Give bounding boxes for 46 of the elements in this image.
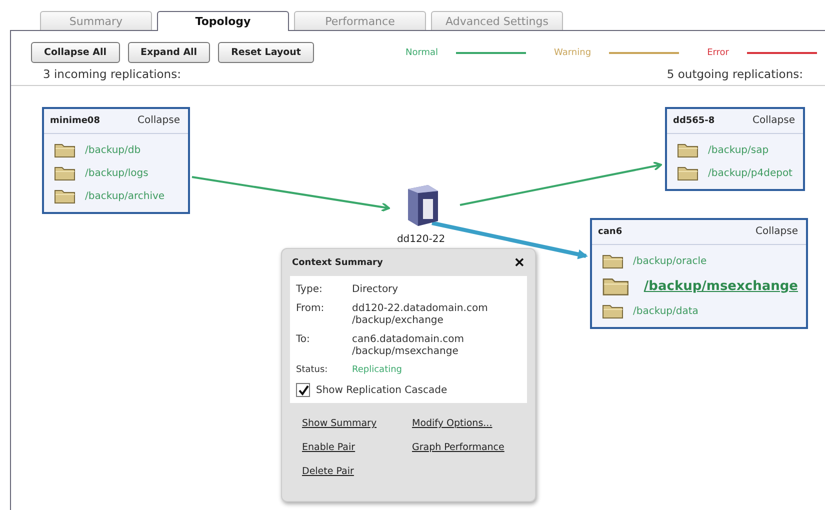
legend-label: Warning — [554, 48, 592, 58]
folder-icon — [677, 142, 699, 158]
field-value: dd120-22.datadomain.com — [352, 303, 489, 314]
checkbox-label[interactable]: Show Replication Cascade — [316, 384, 448, 396]
incoming-count: 3 incoming replications: — [43, 67, 181, 83]
toolbar-button[interactable]: Collapse All — [31, 42, 120, 63]
outgoing-count: 5 outgoing replications: — [666, 67, 803, 83]
status-value: Replicating — [352, 365, 404, 375]
toolbar-button[interactable]: Expand All — [128, 42, 210, 63]
folder-icon — [677, 165, 699, 181]
field-label: To: — [296, 334, 311, 347]
action-link[interactable]: Enable Pair — [302, 442, 356, 453]
collapse-link[interactable]: Collapse — [752, 115, 795, 126]
folder-icon — [54, 188, 76, 204]
popup-title: Context Summary — [292, 258, 383, 268]
host-name: minime08 — [50, 116, 100, 126]
host-name: can6 — [598, 226, 622, 236]
field-value: /backup/exchange — [352, 315, 444, 326]
checkbox[interactable] — [296, 383, 310, 397]
field-value: /backup/msexchange — [352, 346, 460, 357]
field-value: can6.datadomain.com — [352, 334, 466, 345]
replication-arrow[interactable] — [460, 161, 662, 206]
tab[interactable]: Topology — [157, 11, 289, 31]
folder-icon — [602, 253, 624, 269]
field-label: From: — [296, 303, 326, 316]
folder-link[interactable]: /backup/msexchange — [644, 278, 798, 294]
folder-icon — [602, 303, 624, 319]
legend-label: Error — [707, 48, 729, 58]
host-name: dd565-8 — [673, 116, 715, 126]
action-link[interactable]: Delete Pair — [302, 466, 354, 477]
close-button[interactable]: ✕ — [514, 255, 525, 270]
toolbar-button[interactable]: Reset Layout — [218, 42, 314, 63]
collapse-link[interactable]: Collapse — [756, 226, 798, 237]
action-link[interactable]: Modify Options... — [412, 418, 492, 429]
field-value: Directory — [352, 284, 400, 295]
server-name: dd120-22 — [396, 234, 446, 245]
replication-arrow[interactable] — [192, 176, 390, 212]
folder-icon — [54, 142, 76, 158]
action-link[interactable]: Graph Performance — [412, 442, 504, 453]
folder-icon — [54, 165, 76, 181]
collapse-link[interactable]: Collapse — [138, 115, 180, 126]
legend-label: Normal — [405, 48, 438, 58]
field-label: Status: — [296, 365, 329, 375]
field-label: Type: — [296, 284, 324, 295]
action-link[interactable]: Show Summary — [302, 418, 377, 429]
folder-icon — [602, 276, 630, 296]
